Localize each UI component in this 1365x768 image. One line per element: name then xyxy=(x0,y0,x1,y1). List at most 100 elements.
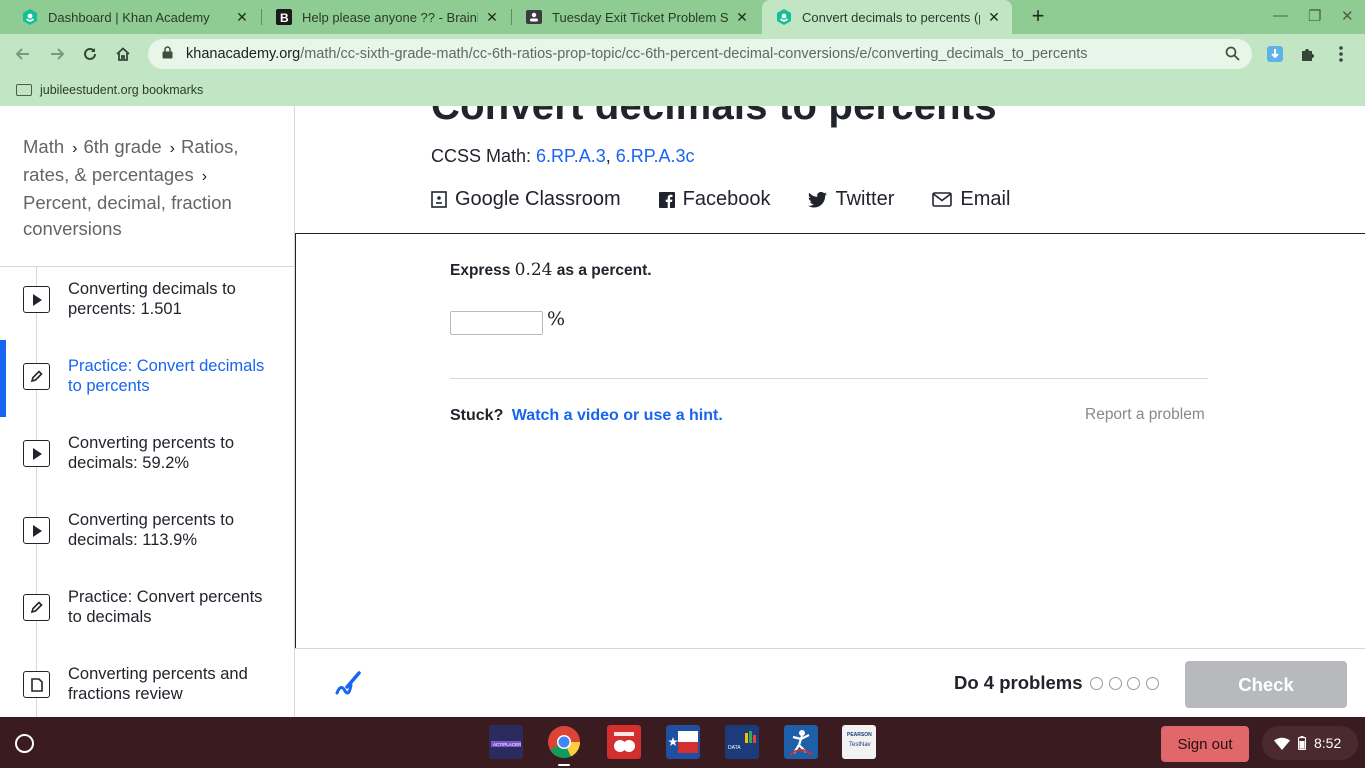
khan-academy-icon xyxy=(776,9,792,25)
email-icon xyxy=(932,192,953,207)
active-app-indicator xyxy=(558,764,570,766)
tab-exit-ticket[interactable]: Tuesday Exit Ticket Problem Solvi ✕ xyxy=(512,0,760,34)
share-google-classroom-button[interactable]: Google Classroom xyxy=(431,188,621,211)
lesson-label: Converting decimals to percents: 1.501 xyxy=(68,280,236,318)
question-value: 0.24 xyxy=(514,260,553,280)
khan-academy-icon xyxy=(22,9,38,25)
clock-time: 8:52 xyxy=(1314,735,1342,751)
texas-flag-app-icon[interactable] xyxy=(666,725,700,759)
pearson-testnav-app-icon[interactable]: PEARSON TestNav xyxy=(842,725,876,759)
close-icon[interactable]: ✕ xyxy=(734,9,750,26)
bookmarks-bar: jubileestudent.org bookmarks xyxy=(0,74,1365,106)
back-button[interactable] xyxy=(10,41,36,67)
anonymous-alerts-app-icon[interactable] xyxy=(607,725,641,759)
play-icon xyxy=(23,286,50,313)
hint-link[interactable]: Watch a video or use a hint. xyxy=(512,407,723,424)
menu-kebab-icon[interactable] xyxy=(1330,43,1352,65)
restore-icon[interactable]: ❐ xyxy=(1308,7,1321,25)
chevron-right-icon: › xyxy=(72,140,78,157)
lesson-label: Practice: Convert decimals to percents xyxy=(68,357,265,395)
folder-icon xyxy=(16,84,32,96)
breadcrumb-6th-grade[interactable]: 6th grade xyxy=(83,136,161,157)
ccss-label: CCSS Math: xyxy=(431,146,537,166)
close-window-icon[interactable]: ✕ xyxy=(1341,7,1354,25)
classroom-icon xyxy=(526,9,542,25)
ccss-link-6rpa3[interactable]: 6.RP.A.3 xyxy=(536,146,606,166)
reload-button[interactable] xyxy=(77,41,103,67)
exercise-panel: Express 0.24 as a percent. % Stuck? Watc… xyxy=(295,233,1365,648)
question-suffix: as a percent. xyxy=(552,262,652,279)
progress-dot xyxy=(1108,677,1122,690)
scratchpad-pencil-icon[interactable] xyxy=(333,669,363,704)
data-manager-app-icon[interactable]: DATA xyxy=(725,725,759,759)
browser-toolbar: khanacademy.org/math/cc-sixth-grade-math… xyxy=(0,34,1365,74)
status-tray[interactable]: 8:52 xyxy=(1262,726,1358,760)
address-bar[interactable]: khanacademy.org/math/cc-sixth-grade-math… xyxy=(148,39,1252,69)
list-item[interactable]: Practice: Convert percents to decimals xyxy=(0,583,294,653)
main-content: Convert decimals to percents CCSS Math: … xyxy=(295,106,1365,717)
svg-text:B: B xyxy=(280,11,289,25)
close-icon[interactable]: ✕ xyxy=(484,9,500,26)
chevron-right-icon: › xyxy=(201,168,208,185)
close-icon[interactable]: ✕ xyxy=(986,9,1002,26)
share-bar: Google Classroom Facebook Twitter Email xyxy=(431,188,1048,211)
chrome-app-icon[interactable] xyxy=(547,725,581,759)
share-twitter-button[interactable]: Twitter xyxy=(808,188,894,211)
svg-text:ACTIPLACER: ACTIPLACER xyxy=(493,742,521,747)
list-item[interactable]: Converting percents and fractions review xyxy=(0,660,294,717)
url-host: khanacademy.org xyxy=(186,46,301,62)
lesson-label: Converting percents to decimals: 113.9% xyxy=(68,511,235,549)
share-label: Twitter xyxy=(835,188,895,210)
sign-out-button[interactable]: Sign out xyxy=(1161,726,1249,762)
list-item[interactable]: Converting percents to decimals: 59.2% xyxy=(0,429,294,499)
wifi-icon xyxy=(1274,737,1290,750)
list-item[interactable]: Converting decimals to percents: 1.501 xyxy=(0,275,294,345)
page-title: Convert decimals to percents xyxy=(431,106,997,128)
dancer-app-icon[interactable] xyxy=(784,725,818,759)
home-button[interactable] xyxy=(110,41,136,67)
answer-input[interactable] xyxy=(450,311,543,335)
chevron-right-icon: › xyxy=(169,140,175,157)
percent-unit: % xyxy=(547,308,566,330)
share-label: Facebook xyxy=(682,188,771,210)
battery-icon xyxy=(1298,736,1306,750)
google-classroom-icon xyxy=(431,191,447,208)
svg-text:PEARSON: PEARSON xyxy=(847,732,872,738)
pencil-icon xyxy=(23,594,50,621)
share-label: Email xyxy=(960,188,1011,210)
check-button[interactable]: Check xyxy=(1185,661,1347,708)
tab-brainly[interactable]: B Help please anyone ?? - Brainly.co ✕ xyxy=(262,0,510,34)
os-shelf: ACTIPLACER DATA PEARSON TestNav Sign out … xyxy=(0,717,1365,768)
share-facebook-button[interactable]: Facebook xyxy=(658,188,771,211)
bookmark-folder[interactable]: jubileestudent.org bookmarks xyxy=(40,83,203,97)
tab-title: Tuesday Exit Ticket Problem Solvi xyxy=(552,9,728,25)
brainly-icon: B xyxy=(276,9,292,25)
search-icon[interactable] xyxy=(1225,46,1240,65)
puzzle-icon[interactable] xyxy=(1297,43,1319,65)
tab-convert-decimals[interactable]: Convert decimals to percents (pr ✕ xyxy=(762,0,1012,34)
extension-icon[interactable] xyxy=(1264,43,1286,65)
forward-button[interactable] xyxy=(44,41,70,67)
problem-count-label: Do 4 problems xyxy=(954,672,1083,693)
close-icon[interactable]: ✕ xyxy=(234,9,250,26)
tab-dashboard[interactable]: Dashboard | Khan Academy ✕ xyxy=(8,0,260,34)
breadcrumb-conversions[interactable]: Percent, decimal, fraction conversions xyxy=(23,192,232,239)
launcher-icon[interactable] xyxy=(15,734,34,753)
ccss-separator: , xyxy=(605,146,616,166)
report-problem-link[interactable]: Report a problem xyxy=(1085,406,1205,424)
svg-text:DATA: DATA xyxy=(728,745,741,751)
list-item[interactable]: Converting percents to decimals: 113.9% xyxy=(0,506,294,576)
breadcrumb-math[interactable]: Math xyxy=(23,136,64,157)
divider xyxy=(450,378,1208,379)
list-item[interactable]: Practice: Convert decimals to percents xyxy=(0,352,294,422)
question-text: Express 0.24 as a percent. xyxy=(450,260,652,280)
actiplacer-app-icon[interactable]: ACTIPLACER xyxy=(489,725,523,759)
new-tab-button[interactable]: + xyxy=(1026,4,1050,28)
stuck-section: Stuck? Watch a video or use a hint. xyxy=(450,407,723,425)
share-email-button[interactable]: Email xyxy=(932,188,1010,211)
tab-title: Convert decimals to percents (pr xyxy=(802,9,980,25)
tab-strip: Dashboard | Khan Academy ✕ B Help please… xyxy=(0,0,1365,34)
ccss-standards: CCSS Math: 6.RP.A.3, 6.RP.A.3c xyxy=(431,146,694,167)
minimize-icon[interactable]: — xyxy=(1273,7,1288,24)
ccss-link-6rpa3c[interactable]: 6.RP.A.3c xyxy=(616,146,695,166)
